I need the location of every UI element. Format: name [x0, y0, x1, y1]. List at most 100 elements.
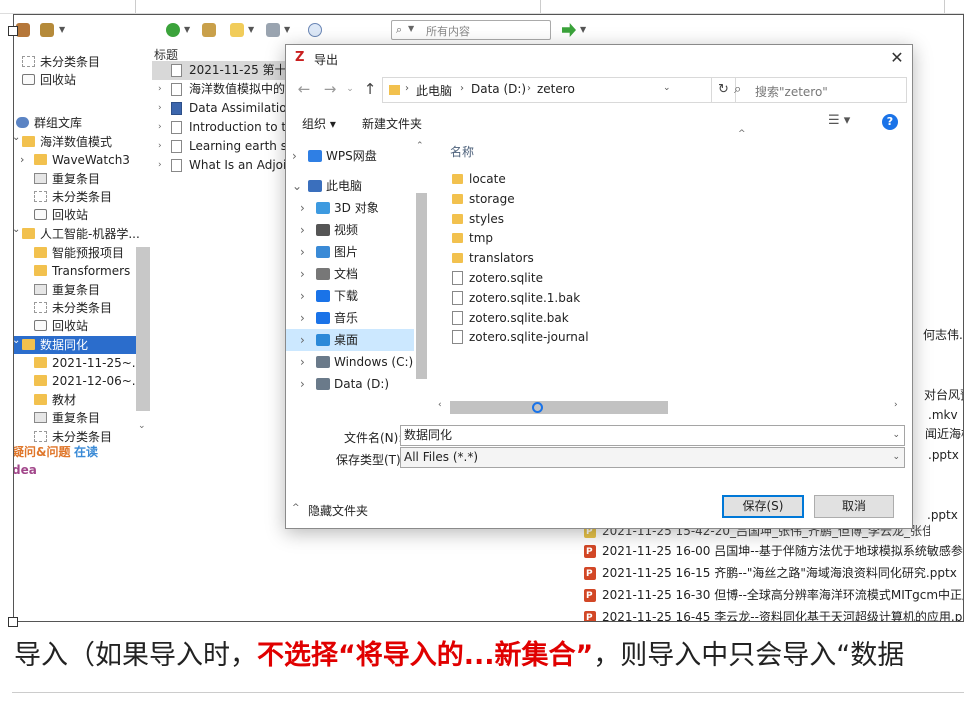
chevron-right-icon[interactable]: › — [292, 145, 297, 167]
collection-tree-item[interactable]: 群组文库 — [14, 114, 136, 132]
collection-tree-item[interactable]: ⌄ 人工智能-机器学... — [14, 224, 140, 243]
item-row[interactable]: › Data Assimilation: — [152, 99, 292, 118]
new-note-icon[interactable] — [230, 23, 244, 37]
chevron-down-icon[interactable]: ▼ — [580, 25, 586, 34]
add-by-identifier-icon[interactable] — [202, 23, 216, 37]
item-row[interactable]: 2021-11-25 第十四 — [152, 61, 292, 80]
zotero-search-field[interactable]: ⌕ ▼ 所有内容 — [391, 20, 551, 40]
advanced-search-icon[interactable] — [308, 23, 322, 37]
chevron-left-icon[interactable]: ‹ — [438, 400, 442, 410]
item-title-fragment[interactable]: 闻近海模拟 — [925, 424, 963, 444]
chevron-right-icon[interactable]: › — [300, 307, 305, 329]
chevron-down-icon[interactable]: ⌄ — [14, 129, 20, 147]
item-title-fragment[interactable]: .pptx — [927, 505, 958, 525]
collection-tree-item[interactable]: 重复条目 — [14, 170, 136, 188]
chevron-right-icon[interactable]: › — [300, 263, 305, 285]
chevron-down-icon[interactable]: ▼ — [59, 25, 65, 34]
chevron-right-icon[interactable]: › — [300, 219, 305, 241]
nav-item[interactable]: › Data (D:) — [286, 373, 414, 395]
chevron-down-icon[interactable]: ⌄ — [14, 221, 20, 239]
new-item-icon[interactable] — [166, 23, 180, 37]
attachment-icon[interactable] — [266, 23, 280, 37]
collection-tree-item[interactable]: 智能预报项目 — [14, 244, 136, 262]
nav-item[interactable]: › Windows (C:) — [286, 351, 414, 373]
nav-item[interactable]: › 桌面 — [286, 329, 414, 351]
chevron-down-icon[interactable]: ▼ — [284, 25, 290, 34]
tag-reading[interactable]: 在读 — [74, 443, 98, 460]
new-collection-icon[interactable] — [16, 23, 30, 37]
tag-idea[interactable]: dea — [14, 463, 37, 477]
chevron-right-icon[interactable]: › — [158, 80, 162, 99]
item-row[interactable]: › Learning earth sys — [152, 137, 292, 156]
help-icon[interactable]: ? — [882, 114, 898, 130]
nav-item[interactable]: › 3D 对象 — [286, 197, 414, 219]
item-title-fragment[interactable]: .mkv — [928, 405, 958, 425]
column-header-name[interactable]: 名称 — [450, 143, 474, 160]
forward-arrow-icon[interactable]: → — [320, 79, 340, 99]
chevron-right-icon[interactable]: › — [300, 351, 305, 373]
dialog-search-field[interactable]: ⌕ 搜索"zetero" — [722, 77, 907, 103]
chevron-right-icon[interactable]: › — [300, 329, 305, 351]
chevron-down-icon[interactable]: ▼ — [248, 25, 254, 34]
sync-arrow-icon[interactable] — [562, 23, 576, 37]
chevron-right-icon[interactable]: › — [894, 400, 898, 410]
collection-tree-item[interactable]: 回收站 — [14, 206, 136, 224]
save-button[interactable]: 保存(S) — [722, 495, 804, 518]
chevron-down-icon[interactable]: ⌄ — [14, 332, 20, 350]
item-title-fragment[interactable]: 对台风预报 — [924, 385, 963, 405]
chevron-down-icon[interactable]: ⌄ — [892, 426, 900, 445]
item-row[interactable]: › What Is an Adjoint — [152, 156, 292, 175]
chevron-down-icon[interactable]: ⌄ — [340, 79, 360, 99]
up-arrow-icon[interactable]: ↑ — [360, 79, 380, 99]
view-options-icon[interactable]: ☰ ▾ — [828, 113, 850, 128]
chevron-up-icon[interactable]: ^ — [292, 503, 300, 513]
collection-tree-item[interactable]: ⌄ 数据同化 — [14, 335, 136, 354]
new-folder-button[interactable]: 新建文件夹 — [362, 115, 422, 132]
breadcrumb-data-d[interactable]: Data (D:) — [471, 82, 526, 96]
chevron-right-icon[interactable]: › — [158, 137, 162, 156]
new-library-icon[interactable] — [40, 23, 54, 37]
horizontal-scrollbar[interactable]: ‹ › — [436, 399, 906, 416]
collection-tree-item[interactable]: 未分类条目 — [14, 299, 136, 317]
breadcrumb-this-pc[interactable]: 此电脑 — [416, 82, 452, 99]
collection-tree-item[interactable]: 2021-11-25~... — [14, 354, 143, 372]
collection-tree-item[interactable]: ⌄ 海洋数值模式 — [14, 132, 136, 151]
collection-tree-item[interactable]: 重复条目 — [14, 281, 136, 299]
navigation-scrollbar[interactable] — [414, 141, 429, 417]
nav-item[interactable]: ⌄ 此电脑 — [286, 175, 414, 197]
cancel-button[interactable]: 取消 — [814, 495, 894, 518]
hide-folders-toggle[interactable]: 隐藏文件夹 — [308, 502, 368, 519]
breadcrumb-zetero[interactable]: zetero — [537, 82, 575, 96]
collection-tree-item[interactable]: 未分类条目 — [14, 53, 136, 71]
nav-item[interactable]: › 视频 — [286, 219, 414, 241]
chevron-right-icon[interactable]: › — [158, 118, 162, 137]
nav-item[interactable]: › 音乐 — [286, 307, 414, 329]
chevron-down-icon[interactable]: ⌄ — [138, 421, 146, 431]
chevron-right-icon[interactable]: › — [20, 151, 24, 169]
chevron-right-icon[interactable]: › — [158, 156, 162, 175]
collection-tree-item[interactable]: 回收站 — [14, 71, 136, 89]
collection-tree-item[interactable]: Transformers — [14, 262, 136, 280]
chevron-right-icon[interactable]: › — [300, 241, 305, 263]
collection-tree-item[interactable]: 2021-12-06~... — [14, 372, 143, 390]
chevron-right-icon[interactable]: › — [158, 99, 162, 118]
nav-item[interactable]: › 下载 — [286, 285, 414, 307]
nav-item[interactable]: › WPS网盘 — [286, 145, 414, 167]
nav-item[interactable]: › 文档 — [286, 263, 414, 285]
address-bar[interactable]: › 此电脑 › Data (D:) › zetero ⌄ — [382, 77, 712, 103]
chevron-right-icon[interactable]: › — [300, 285, 305, 307]
filename-input[interactable]: 数据同化 ⌄ — [400, 425, 905, 446]
item-title-fragment[interactable]: .pptx — [928, 445, 959, 465]
chevron-down-icon[interactable]: ⌄ — [292, 175, 302, 197]
back-arrow-icon[interactable]: ← — [294, 79, 314, 99]
collection-tree-item[interactable]: 教材 — [14, 391, 136, 409]
collection-tree-item[interactable]: 回收站 — [14, 317, 136, 335]
nav-item[interactable]: › 图片 — [286, 241, 414, 263]
item-title-fragment[interactable]: 何志伟.ipy — [923, 325, 963, 345]
chevron-right-icon[interactable]: › — [300, 197, 305, 219]
filetype-select[interactable]: All Files (*.*) ⌄ — [400, 447, 905, 468]
collection-tree-item[interactable]: › WaveWatch3 — [14, 151, 136, 169]
tag-question[interactable]: 疑问&问题 — [14, 443, 70, 460]
collection-tree-scrollbar[interactable] — [136, 247, 150, 411]
chevron-down-icon[interactable]: ⌄ — [663, 83, 671, 93]
